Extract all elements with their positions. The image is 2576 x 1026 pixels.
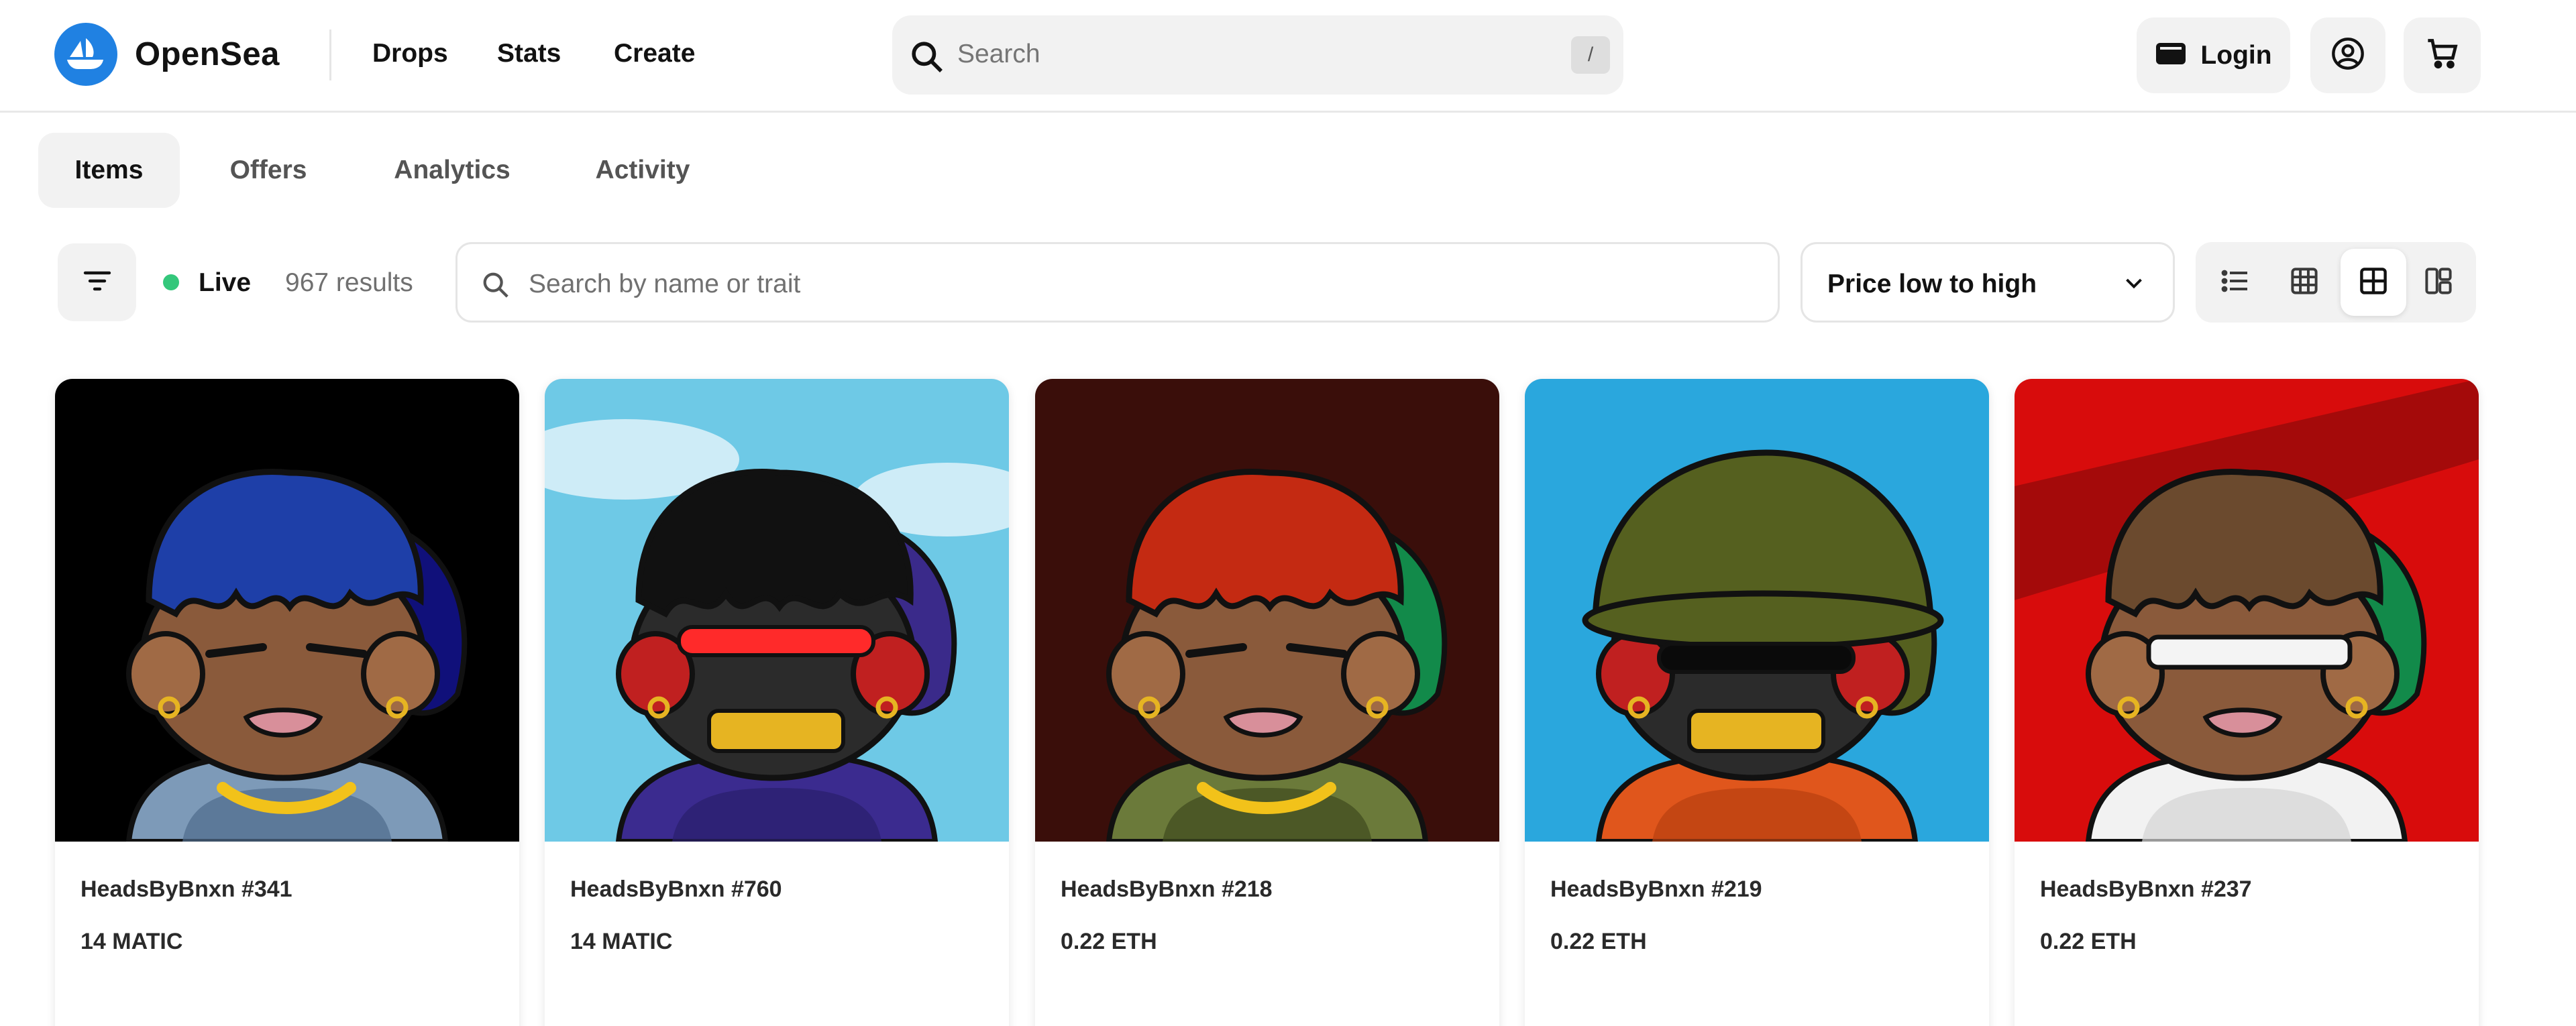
top-header: OpenSea Drops Stats Create Search / Logi… xyxy=(0,0,2576,113)
live-status-dot xyxy=(163,274,179,290)
cart-button[interactable] xyxy=(2404,17,2481,93)
nft-card[interactable]: HeadsByBnxn #237 0.22 ETH xyxy=(2015,379,2479,1026)
search-icon xyxy=(908,38,946,79)
tab-analytics[interactable]: Analytics xyxy=(376,133,529,208)
list-view-button[interactable] xyxy=(2202,249,2268,316)
tab-items[interactable]: Items xyxy=(38,133,180,208)
live-label: Live xyxy=(199,268,252,297)
results-count: 967 results xyxy=(285,268,413,297)
nft-name: HeadsByBnxn #760 xyxy=(570,876,782,902)
opensea-ship-icon xyxy=(54,23,117,86)
nft-artwork xyxy=(1525,379,1989,842)
nft-name: HeadsByBnxn #218 xyxy=(1061,876,1273,902)
nft-price: 0.22 ETH xyxy=(1061,929,1157,954)
large-grid-view-button[interactable] xyxy=(2341,249,2406,316)
nft-artwork xyxy=(2015,379,2479,842)
nft-image xyxy=(55,379,519,842)
nav-stats[interactable]: Stats xyxy=(497,39,561,68)
nft-card[interactable]: HeadsByBnxn #760 14 MATIC xyxy=(545,379,1009,1026)
nft-name: HeadsByBnxn #237 xyxy=(2040,876,2252,902)
nft-image xyxy=(545,379,1009,842)
nav-create[interactable]: Create xyxy=(614,39,695,68)
search-icon xyxy=(480,270,511,304)
chevron-down-icon xyxy=(2122,274,2146,297)
login-button[interactable]: Login xyxy=(2137,17,2290,93)
nft-image xyxy=(1525,379,1989,842)
masonry-view-button[interactable] xyxy=(2406,249,2471,316)
trait-search-input[interactable]: Search by name or trait xyxy=(455,242,1780,323)
filter-icon xyxy=(83,269,112,296)
small-grid-icon xyxy=(2290,266,2319,299)
nft-card[interactable]: HeadsByBnxn #219 0.22 ETH xyxy=(1525,379,1989,1026)
sort-dropdown[interactable]: Price low to high xyxy=(1801,242,2175,323)
nft-name: HeadsByBnxn #341 xyxy=(80,876,292,902)
login-label: Login xyxy=(2200,40,2272,70)
tab-activity[interactable]: Activity xyxy=(542,133,743,208)
view-mode-toggle xyxy=(2196,242,2476,323)
nft-image xyxy=(1035,379,1499,842)
header-divider xyxy=(329,30,331,80)
brand-name: OpenSea xyxy=(135,36,280,72)
nft-card[interactable]: HeadsByBnxn #218 0.22 ETH xyxy=(1035,379,1499,1026)
nft-image xyxy=(2015,379,2479,842)
tab-offers[interactable]: Offers xyxy=(198,133,339,208)
nft-price: 0.22 ETH xyxy=(2040,929,2137,954)
nft-artwork xyxy=(1035,379,1499,842)
nft-artwork xyxy=(545,379,1009,842)
small-grid-view-button[interactable] xyxy=(2271,249,2337,316)
nav-drops[interactable]: Drops xyxy=(372,39,448,68)
masonry-grid-icon xyxy=(2424,266,2453,299)
large-grid-icon xyxy=(2359,266,2388,299)
global-search-placeholder: Search xyxy=(957,40,1040,68)
global-search-input[interactable]: Search / xyxy=(892,15,1623,95)
opensea-logo[interactable]: OpenSea xyxy=(54,23,280,86)
account-button[interactable] xyxy=(2310,17,2385,93)
nft-artwork xyxy=(55,379,519,842)
nft-price: 14 MATIC xyxy=(570,929,673,954)
sort-selected-value: Price low to high xyxy=(1827,270,2037,298)
account-icon xyxy=(2330,36,2365,74)
cart-icon xyxy=(2425,36,2460,74)
filter-toggle-button[interactable] xyxy=(58,243,136,321)
nft-price: 0.22 ETH xyxy=(1550,929,1647,954)
trait-search-placeholder: Search by name or trait xyxy=(529,270,801,298)
nft-card[interactable]: HeadsByBnxn #341 14 MATIC xyxy=(55,379,519,1026)
wallet-icon xyxy=(2155,40,2187,70)
list-view-icon xyxy=(2220,268,2250,298)
search-shortcut-key: / xyxy=(1571,36,1610,74)
nft-price: 14 MATIC xyxy=(80,929,183,954)
nft-name: HeadsByBnxn #219 xyxy=(1550,876,1762,902)
